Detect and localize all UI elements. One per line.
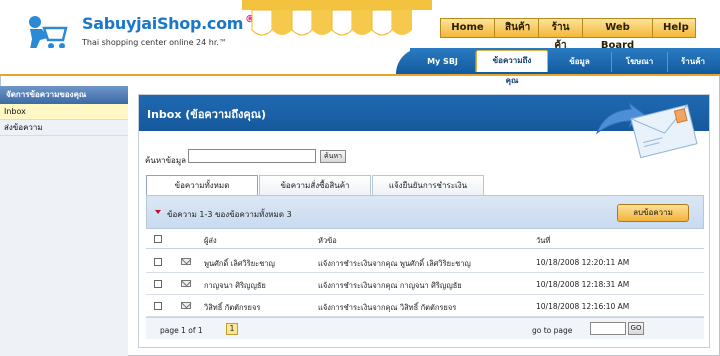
- top-nav-products[interactable]: สินค้า: [495, 19, 539, 37]
- goto-page-button[interactable]: GO: [628, 322, 644, 335]
- column-subject: หัวข้อ: [318, 236, 337, 245]
- table-row[interactable]: วิสิทธิ์ กัตตักรยจร แจ้งการชำระเงินจากคุ…: [146, 295, 704, 317]
- collapse-arrow-icon[interactable]: [155, 210, 161, 214]
- search-label: ค้นหาข้อมูล: [145, 156, 187, 165]
- sub-nav: My SBJ ข้อความถึงคุณ ข้อมูลบุคคล โฆษณา ร…: [410, 50, 718, 86]
- top-nav: Home สินค้า ร้านค้า Web Board Help: [440, 18, 696, 51]
- search-button[interactable]: ค้นหา: [320, 150, 346, 163]
- message-count: ข้อความ 1-3 ของข้อความทั้งหมด 3: [167, 210, 292, 219]
- tab-order-messages[interactable]: ข้อความสั่งซื้อสินค้า: [259, 175, 371, 195]
- sub-nav-ads[interactable]: โฆษณา: [612, 52, 668, 72]
- goto-page-input[interactable]: [590, 322, 626, 335]
- select-all-checkbox[interactable]: [154, 235, 162, 243]
- logo-title-text: SabuyjaiShop.com: [82, 14, 244, 33]
- logo-title[interactable]: SabuyjaiShop.com ®: [82, 14, 255, 33]
- goto-page-label: go to page: [532, 326, 573, 335]
- row-date: 10/18/2008 12:18:31 AM: [536, 280, 630, 289]
- inbox-panel: Inbox (ข้อความถึงคุณ) ค้นหาข้อมูล ค้นหา …: [138, 94, 710, 348]
- logo-subtitle: Thai shopping center online 24 hr.™: [82, 38, 227, 47]
- tab-all-messages[interactable]: ข้อความทั้งหมด: [146, 175, 258, 195]
- shopping-cart-logo-icon: [29, 16, 68, 49]
- list-toolbar: ข้อความ 1-3 ของข้อความทั้งหมด 3 ลบข้อควา…: [146, 195, 704, 229]
- sidebar: จัดการข้อความของคุณ Inbox ส่งข้อความ: [0, 86, 128, 356]
- row-checkbox[interactable]: [154, 302, 162, 310]
- row-checkbox[interactable]: [154, 280, 162, 288]
- sidebar-item-send-message[interactable]: ส่งข้อความ: [0, 120, 128, 136]
- sub-nav-shop[interactable]: ร้านค้า: [668, 52, 718, 72]
- table-row[interactable]: กาญจนา ศิริญญธัย แจ้งการชำระเงินจากคุณ ก…: [146, 273, 704, 295]
- pagination: page 1 of 1 1 go to page GO: [146, 317, 704, 339]
- top-nav-webboard[interactable]: Web Board: [583, 19, 653, 51]
- row-sender[interactable]: พูนศักดิ์ เลิศวิริยะชาญ: [204, 258, 275, 270]
- search-input[interactable]: [188, 149, 316, 163]
- delete-messages-button[interactable]: ลบข้อความ: [617, 204, 689, 222]
- column-date: วันที่: [536, 236, 551, 245]
- mail-icon: [181, 302, 191, 309]
- page-of-label: page 1 of 1: [160, 326, 203, 335]
- row-subject[interactable]: แจ้งการชำระเงินจากคุณ วิสิทธิ์ กัตตักรยจ…: [318, 302, 456, 314]
- shop-awning-icon: [242, 0, 432, 36]
- site-header: SabuyjaiShop.com ® Thai shopping center o…: [0, 0, 720, 86]
- message-tabs: ข้อความทั้งหมด ข้อความสั่งซื้อสินค้า แจ้…: [146, 175, 485, 195]
- sub-nav-messages[interactable]: ข้อความถึงคุณ: [476, 50, 548, 85]
- sub-nav-my-sbj[interactable]: My SBJ: [410, 52, 476, 72]
- sub-nav-profile[interactable]: ข้อมูลบุคคล: [548, 52, 612, 86]
- header-divider: [0, 74, 720, 76]
- top-nav-help[interactable]: Help: [653, 19, 695, 37]
- row-date: 10/18/2008 12:16:10 AM: [536, 302, 630, 311]
- table-row[interactable]: พูนศักดิ์ เลิศวิริยะชาญ แจ้งการชำระเงินจ…: [146, 251, 704, 273]
- row-subject[interactable]: แจ้งการชำระเงินจากคุณ พูนศักดิ์ เลิศวิริ…: [318, 258, 471, 270]
- row-checkbox[interactable]: [154, 258, 162, 266]
- mail-icon: [181, 258, 191, 265]
- top-nav-home[interactable]: Home: [441, 19, 495, 37]
- row-subject[interactable]: แจ้งการชำระเงินจากคุณ กาญจนา ศิริญญธัย: [318, 280, 462, 292]
- page-number-button[interactable]: 1: [226, 323, 238, 335]
- page-title: Inbox (ข้อความถึงคุณ): [147, 108, 267, 121]
- row-sender[interactable]: กาญจนา ศิริญญธัย: [204, 280, 266, 292]
- envelope-icon: [595, 101, 698, 159]
- tab-payment-confirmation[interactable]: แจ้งยืนยันการชำระเงิน: [372, 175, 484, 195]
- row-date: 10/18/2008 12:20:11 AM: [536, 258, 630, 267]
- column-sender: ผู้ส่ง: [204, 236, 217, 245]
- sidebar-heading: จัดการข้อความของคุณ: [0, 86, 128, 104]
- sidebar-item-inbox[interactable]: Inbox: [0, 104, 128, 120]
- top-nav-shops[interactable]: ร้านค้า: [539, 19, 583, 51]
- mail-icon: [181, 280, 191, 287]
- row-sender[interactable]: วิสิทธิ์ กัตตักรยจร: [204, 302, 260, 314]
- table-header: ผู้ส่ง หัวข้อ วันที่: [146, 229, 704, 249]
